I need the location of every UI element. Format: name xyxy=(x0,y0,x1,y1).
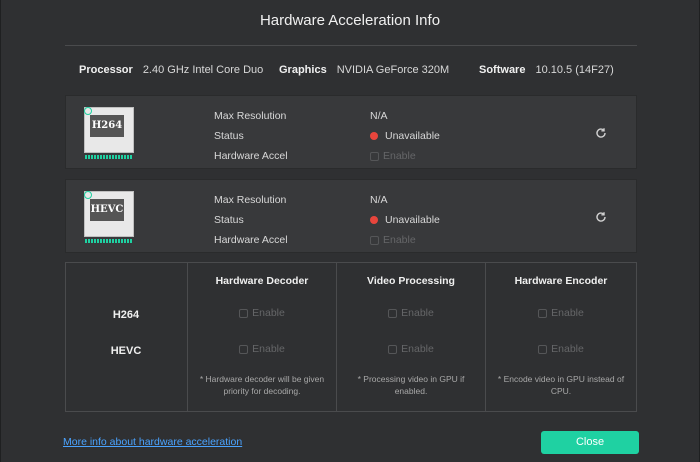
matrix-col-video-processing: Video Processing Enable Enable * Process… xyxy=(336,263,485,411)
column-header: Video Processing xyxy=(367,275,455,287)
checkbox-icon xyxy=(370,235,379,245)
hardware-accel-label: Hardware Accel xyxy=(214,150,288,162)
processor-value: 2.40 GHz Intel Core Duo xyxy=(142,64,264,76)
more-info-link[interactable]: More info about hardware acceleration xyxy=(63,436,242,448)
decoder-hevc-checkbox[interactable]: Enable xyxy=(188,343,336,355)
max-resolution-label: Max Resolution xyxy=(214,194,287,206)
hardware-accel-checkbox-label: Enable xyxy=(383,150,416,162)
graphics-label: Graphics xyxy=(279,64,327,76)
hardware-accel-checkbox-label: Enable xyxy=(383,234,416,246)
processing-note: * Processing video in GPU if enabled. xyxy=(357,374,465,396)
software-value: 10.10.5 (14F27) xyxy=(535,64,614,76)
max-resolution-value: N/A xyxy=(370,194,388,206)
processor-label: Processor xyxy=(79,64,133,76)
status-label: Status xyxy=(214,214,244,226)
h264-chip-icon: H264 xyxy=(82,105,138,161)
matrix-row-hevc: HEVC xyxy=(110,345,142,357)
encoder-note: * Encode video in GPU instead of CPU. xyxy=(497,374,625,396)
system-info-bar: Processor 2.40 GHz Intel Core Duo Graphi… xyxy=(79,64,635,76)
encoder-hevc-checkbox[interactable]: Enable xyxy=(486,343,636,355)
hardware-accel-label: Hardware Accel xyxy=(214,234,288,246)
codec-card-h264: H264 Max Resolution Status Hardware Acce… xyxy=(65,95,637,169)
hardware-accel-checkbox[interactable]: Enable xyxy=(370,146,440,166)
processing-hevc-checkbox[interactable]: Enable xyxy=(337,343,485,355)
processor-info: Processor 2.40 GHz Intel Core Duo xyxy=(79,64,279,76)
refresh-icon[interactable] xyxy=(594,210,608,224)
close-button[interactable]: Close xyxy=(541,431,639,454)
decoder-note: * Hardware decoder will be given priorit… xyxy=(199,374,325,396)
hevc-chip-icon: HEVC xyxy=(82,189,138,245)
processing-h264-checkbox[interactable]: Enable xyxy=(337,307,485,319)
status-label: Status xyxy=(214,130,244,142)
graphics-info: Graphics NVIDIA GeForce 320M xyxy=(279,64,479,76)
hardware-acceleration-dialog: Hardware Acceleration Info Processor 2.4… xyxy=(0,0,700,462)
max-resolution-value: N/A xyxy=(370,110,388,122)
status-value: Unavailable xyxy=(370,210,440,230)
software-info: Software 10.10.5 (14F27) xyxy=(479,64,614,76)
max-resolution-label: Max Resolution xyxy=(214,110,287,122)
dialog-title: Hardware Acceleration Info xyxy=(259,12,441,29)
checkbox-icon xyxy=(370,151,379,161)
chip-label: HEVC xyxy=(90,199,124,221)
status-value: Unavailable xyxy=(370,126,440,146)
column-header: Hardware Decoder xyxy=(215,275,309,287)
matrix-row-h264: H264 xyxy=(112,309,140,321)
chip-label: H264 xyxy=(90,115,124,137)
status-text: Unavailable xyxy=(385,130,440,142)
status-dot-icon xyxy=(370,216,378,224)
column-header: Hardware Encoder xyxy=(514,275,608,287)
codec-card-hevc: HEVC Max Resolution Status Hardware Acce… xyxy=(65,179,637,253)
graphics-value: NVIDIA GeForce 320M xyxy=(336,64,450,76)
acceleration-matrix: H264 HEVC Hardware Decoder Enable Enable… xyxy=(65,262,637,412)
matrix-col-hardware-encoder: Hardware Encoder Enable Enable * Encode … xyxy=(485,263,636,411)
software-label: Software xyxy=(479,64,526,76)
status-text: Unavailable xyxy=(385,214,440,226)
decoder-h264-checkbox[interactable]: Enable xyxy=(188,307,336,319)
encoder-h264-checkbox[interactable]: Enable xyxy=(486,307,636,319)
title-divider xyxy=(65,45,637,46)
hardware-accel-checkbox[interactable]: Enable xyxy=(370,230,440,250)
matrix-col-hardware-decoder: Hardware Decoder Enable Enable * Hardwar… xyxy=(187,263,336,411)
status-dot-icon xyxy=(370,132,378,140)
refresh-icon[interactable] xyxy=(594,126,608,140)
